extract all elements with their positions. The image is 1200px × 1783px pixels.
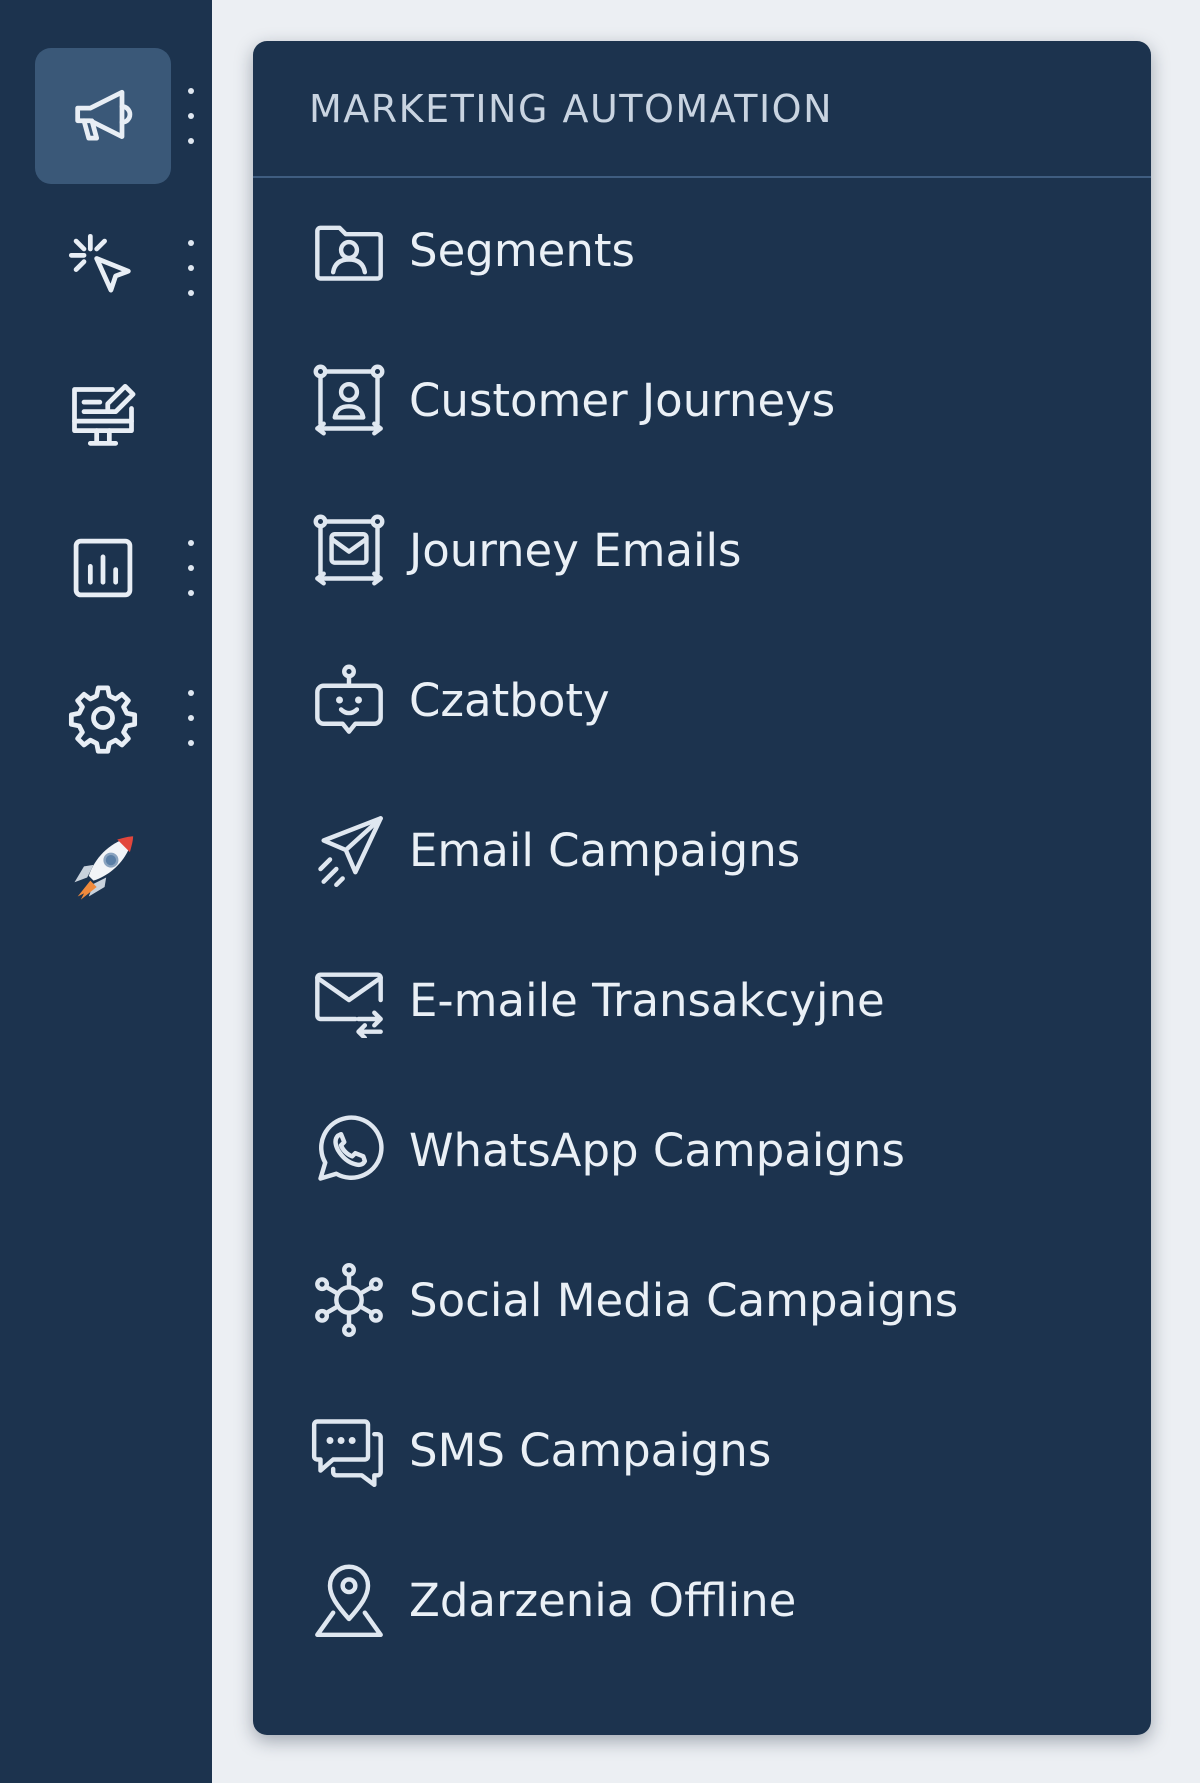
rail-kebab-analytics[interactable] (181, 540, 201, 596)
rail-item-launch (0, 800, 212, 936)
chat-bubbles-icon (311, 1419, 383, 1488)
menu-item-customer-journeys[interactable]: Customer Journeys (253, 325, 1151, 475)
rail-kebab-settings[interactable] (181, 690, 201, 746)
menu-item-offline-events[interactable]: Zdarzenia Offline (253, 1525, 1151, 1675)
menu-item-label: Segments (409, 223, 635, 277)
menu-item-czatboty[interactable]: Czatboty (253, 625, 1151, 775)
rail-button-analytics[interactable] (35, 500, 171, 636)
menu-item-whatsapp-campaigns[interactable]: WhatsApp Campaigns (253, 1075, 1151, 1225)
menu-item-label: Journey Emails (409, 523, 742, 577)
whatsapp-icon (318, 1115, 384, 1181)
gear-icon (68, 685, 138, 754)
icon-rail (0, 0, 212, 1783)
menu-item-label: E-maile Transakcyjne (409, 973, 885, 1027)
menu-item-segments[interactable]: Segments (253, 175, 1151, 325)
menu-title: MARKETING AUTOMATION (309, 86, 833, 131)
rail-button-content[interactable] (35, 350, 171, 486)
rail-item-content (0, 350, 212, 486)
rail-button-launch[interactable] (35, 800, 171, 936)
menu-item-journey-emails[interactable]: Journey Emails (253, 475, 1151, 625)
click-cursor-icon (68, 233, 131, 293)
user-folder-icon (315, 225, 383, 281)
bar-chart-icon (73, 538, 133, 598)
rail-item-analytics (0, 500, 212, 636)
rail-button-marketing[interactable] (35, 48, 171, 184)
rocket-icon (74, 836, 134, 900)
menu-item-transactional-emails[interactable]: E-maile Transakcyjne (253, 925, 1151, 1075)
menu-item-email-campaigns[interactable]: Email Campaigns (253, 775, 1151, 925)
rail-item-marketing (0, 48, 212, 184)
network-icon (315, 1262, 383, 1338)
envelope-transfer-icon (315, 972, 383, 1038)
rail-button-settings[interactable] (35, 650, 171, 786)
menu-item-label: Customer Journeys (409, 373, 836, 427)
location-pin-icon (315, 1564, 383, 1638)
marketing-automation-menu: MARKETING AUTOMATION Segments Customer J (253, 41, 1151, 1735)
rail-kebab-interactions[interactable] (181, 240, 201, 296)
megaphone-icon (75, 89, 133, 141)
rail-kebab-marketing[interactable] (181, 88, 201, 144)
monitor-edit-icon (72, 383, 136, 446)
menu-item-label: SMS Campaigns (409, 1423, 772, 1477)
menu-item-sms-campaigns[interactable]: SMS Campaigns (253, 1375, 1151, 1525)
menu-item-label: Zdarzenia Offline (409, 1573, 797, 1627)
journey-email-icon (313, 514, 385, 586)
rail-item-settings (0, 650, 212, 786)
menu-item-social-media-campaigns[interactable]: Social Media Campaigns (253, 1225, 1151, 1375)
menu-header: MARKETING AUTOMATION (253, 41, 1151, 178)
rail-item-interactions (0, 200, 212, 336)
menu-item-label: Czatboty (409, 673, 610, 727)
chatbot-icon (315, 664, 383, 734)
menu-item-label: Social Media Campaigns (409, 1273, 959, 1327)
rail-button-interactions[interactable] (35, 200, 171, 336)
user-journey-icon (313, 364, 385, 436)
menu-item-label: Email Campaigns (409, 823, 801, 877)
menu-item-label: WhatsApp Campaigns (409, 1123, 905, 1177)
paper-plane-icon (318, 816, 383, 888)
